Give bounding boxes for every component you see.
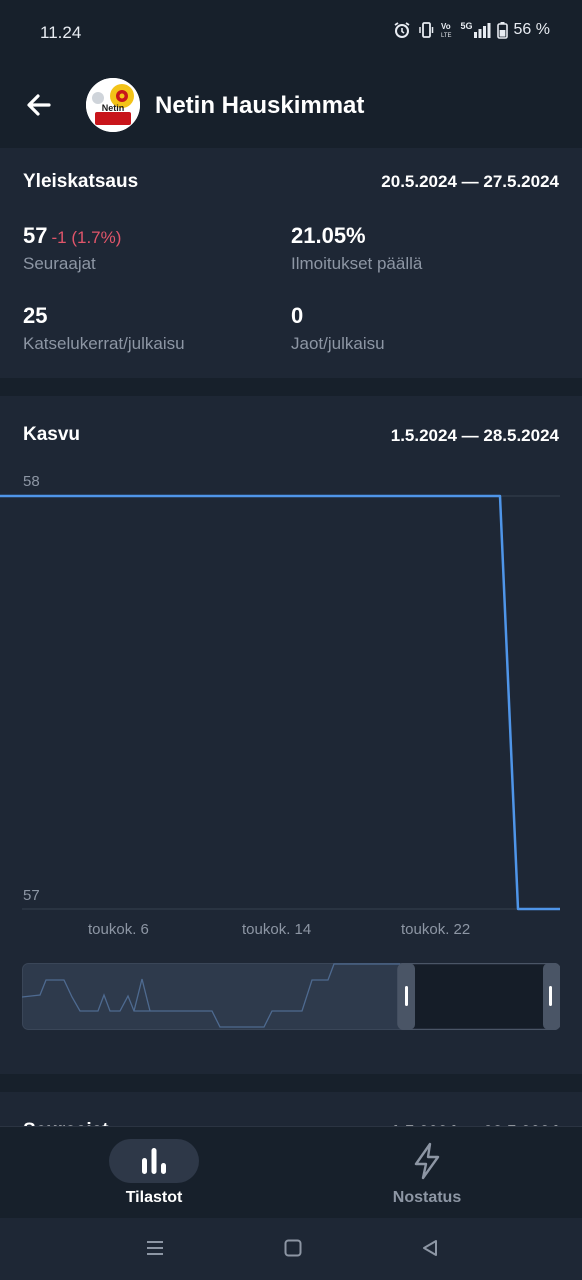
bottom-navigation: Tilastot Nostatus	[0, 1126, 582, 1219]
followers-value: 57	[23, 223, 48, 248]
back-arrow-icon[interactable]	[22, 88, 56, 122]
growth-line-chart[interactable]	[0, 396, 582, 936]
navigator-right-grip	[549, 986, 552, 1006]
notifications-value: 21.05%	[291, 223, 366, 248]
avatar-text: Netin	[102, 103, 125, 113]
bar-chart-icon	[142, 1148, 166, 1174]
stat-notifications: 21.05% Ilmoitukset päällä	[291, 223, 422, 274]
views-label: Katselukerrat/julkaisu	[23, 334, 185, 353]
page-title: Netin Hauskimmat	[155, 92, 365, 119]
volte-icon: Vo LTE	[441, 22, 452, 39]
shares-value: 0	[291, 303, 304, 328]
stat-followers: 57 -1 (1.7%) Seuraajat	[23, 223, 121, 274]
growth-card: Kasvu 1.5.2024 — 28.5.2024 58 57 toukok.…	[0, 396, 582, 1074]
signal-icon	[473, 23, 491, 38]
notifications-label: Ilmoitukset päällä	[291, 254, 423, 273]
nav-tab-stats[interactable]: Tilastot	[79, 1139, 229, 1207]
status-time: 11.24	[40, 23, 82, 42]
x-tick-label: toukok. 14	[242, 921, 312, 938]
series-line-followers	[0, 494, 560, 911]
svg-text:Vo: Vo	[441, 22, 451, 31]
followers-delta: -1 (1.7%)	[51, 228, 122, 247]
recent-apps-icon[interactable]	[145, 1238, 165, 1258]
app-header: Netin Netin Hauskimmat	[0, 64, 582, 148]
overview-title: Yleiskatsaus	[23, 171, 139, 192]
status-bar: 11.24 Vo LTE 5G 56 %	[0, 0, 582, 64]
views-value: 25	[23, 303, 48, 328]
alarm-icon	[394, 22, 410, 38]
vibrate-icon	[418, 22, 433, 38]
channel-logo-icon: Netin	[86, 78, 140, 132]
stat-shares: 0 Jaot/julkaisu	[291, 303, 385, 354]
network-type: 5G	[460, 21, 473, 31]
nav-tab-boost-iconwrap	[382, 1139, 472, 1183]
svg-text:LTE: LTE	[441, 33, 452, 39]
x-tick-label: toukok. 6	[88, 921, 149, 938]
channel-avatar[interactable]: Netin	[86, 78, 140, 132]
nav-tab-boost-label: Nostatus	[392, 1189, 462, 1206]
shares-label: Jaot/julkaisu	[291, 334, 385, 353]
navigator-left-grip	[405, 986, 408, 1006]
home-icon[interactable]	[283, 1238, 303, 1258]
followers-label: Seuraajat	[23, 254, 96, 273]
stat-views: 25 Katselukerrat/julkaisu	[23, 303, 185, 354]
lightning-bolt-icon	[414, 1142, 440, 1180]
x-tick-label: toukok. 22	[401, 921, 471, 938]
battery-icon	[496, 22, 508, 39]
battery-level: 56 %	[513, 21, 550, 38]
overview-range: 20.5.2024 — 27.5.2024	[381, 172, 559, 191]
nav-tab-boost[interactable]: Nostatus	[352, 1139, 502, 1207]
back-triangle-icon[interactable]	[420, 1238, 440, 1258]
nav-tab-stats-label: Tilastot	[125, 1189, 183, 1206]
status-icons: Vo LTE 5G 56 %	[393, 21, 550, 39]
system-navigation-bar	[0, 1218, 582, 1280]
navigator-selection-window[interactable]	[397, 963, 560, 1030]
range-navigator[interactable]	[22, 963, 560, 1030]
overview-card: Yleiskatsaus 20.5.2024 — 27.5.2024 57 -1 …	[0, 148, 582, 378]
nav-tab-stats-pill	[109, 1139, 199, 1183]
